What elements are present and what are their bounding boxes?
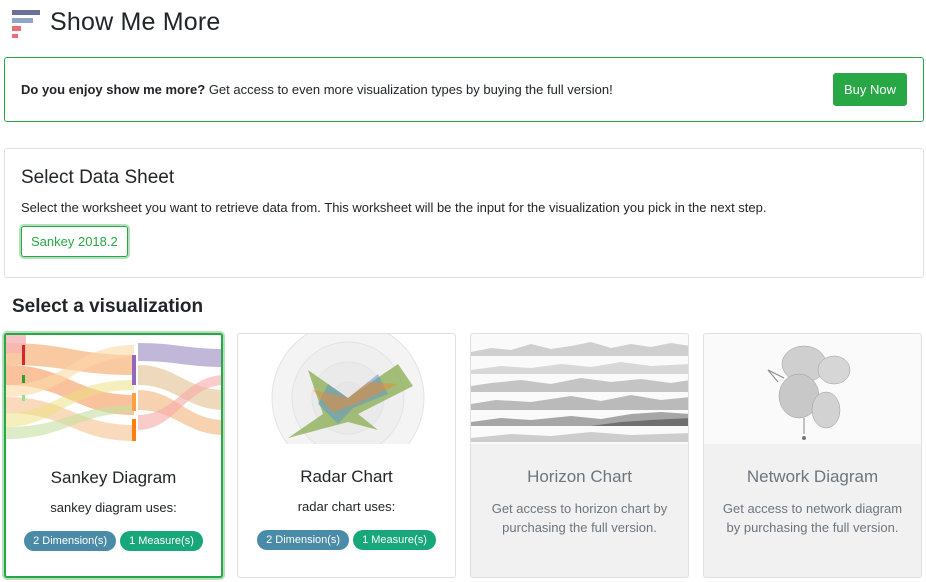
viz-card-network[interactable]: Network Diagram Get access to network di… [703, 333, 922, 578]
locked-message: Get access to horizon chart by purchasin… [491, 501, 668, 535]
viz-uses-label: sankey diagram uses: [50, 500, 177, 515]
app-title: Show Me More [50, 7, 221, 36]
worksheet-option-button[interactable]: Sankey 2018.2 [21, 226, 128, 257]
viz-requirements: 2 Dimension(s) 1 Measure(s) [238, 530, 455, 550]
locked-message: Get access to network diagram by purchas… [722, 501, 903, 535]
sankey-thumbnail-image [6, 335, 221, 441]
visualization-section-title: Select a visualization [12, 296, 204, 317]
viz-requirements: 2 Dimension(s) 1 Measure(s) [6, 531, 221, 551]
horizon-thumbnail [471, 334, 688, 444]
viz-uses-label: radar chart uses: [297, 499, 396, 514]
dimension-badge: 2 Dimension(s) [257, 530, 350, 550]
measure-badge: 1 Measure(s) [120, 531, 203, 551]
upgrade-message: Do you enjoy show me more? Get access to… [21, 82, 613, 97]
viz-card-radar[interactable]: Radar Chart radar chart uses: 2 Dimensio… [237, 333, 456, 578]
sankey-thumbnail [6, 335, 221, 445]
network-thumbnail-image [767, 345, 851, 440]
data-sheet-title: Select Data Sheet [21, 167, 175, 188]
app-logo-icon [12, 7, 42, 38]
app-header: Show Me More [12, 4, 221, 40]
upgrade-question: Do you enjoy show me more? [21, 82, 206, 97]
viz-card-sankey[interactable]: Sankey Diagram sankey diagram uses: 2 Di… [4, 333, 223, 578]
upgrade-text: Get access to even more visualization ty… [205, 82, 613, 97]
radar-thumbnail-image [271, 334, 425, 444]
viz-title: Radar Chart [300, 467, 393, 486]
viz-title: Network Diagram [746, 467, 879, 486]
radar-thumbnail [238, 334, 455, 444]
viz-title: Sankey Diagram [50, 468, 177, 487]
data-sheet-card: Select Data Sheet Select the worksheet y… [4, 148, 924, 278]
dimension-badge: 2 Dimension(s) [24, 531, 117, 551]
upgrade-banner: Do you enjoy show me more? Get access to… [4, 57, 924, 122]
measure-badge: 1 Measure(s) [353, 530, 436, 550]
horizon-thumbnail-image [471, 342, 688, 442]
viz-card-horizon[interactable]: Horizon Chart Get access to horizon char… [470, 333, 689, 578]
network-thumbnail [704, 334, 921, 444]
buy-now-button[interactable]: Buy Now [832, 73, 907, 106]
viz-title: Horizon Chart [527, 467, 632, 486]
data-sheet-description: Select the worksheet you want to retriev… [21, 200, 767, 215]
